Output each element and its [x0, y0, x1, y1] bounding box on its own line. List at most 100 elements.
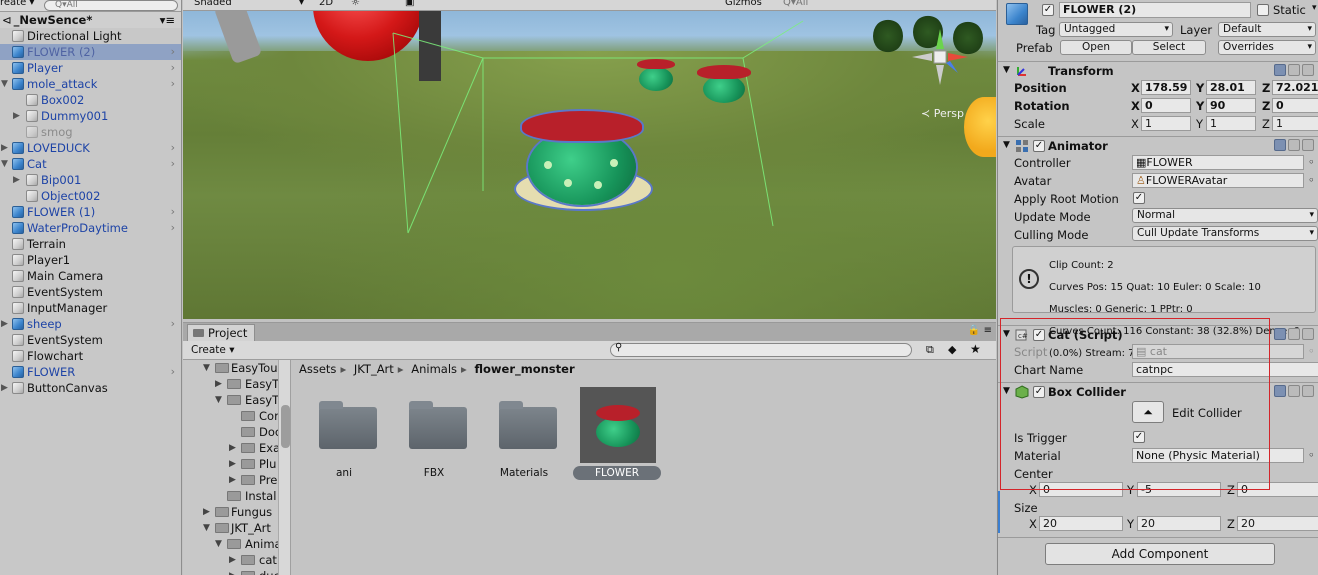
- hierarchy-item[interactable]: ▶ ButtonCanvas: [0, 380, 181, 396]
- layer-dropdown[interactable]: Default: [1218, 22, 1316, 37]
- folder-tree-item[interactable]: ▶ Fungus: [183, 504, 290, 520]
- object-name-field[interactable]: FLOWER (2): [1059, 2, 1251, 18]
- hierarchy-item[interactable]: Box002: [0, 92, 181, 108]
- filter-by-label-icon[interactable]: ◆: [948, 343, 956, 356]
- rotation-x-field[interactable]: 0: [1141, 98, 1191, 113]
- cat-script-component-header[interactable]: ▼ c# ✓ Cat (Script): [998, 325, 1318, 343]
- chart-name-field[interactable]: catnpc: [1132, 362, 1318, 377]
- folder-tree-item[interactable]: ▼ EasyT: [183, 392, 290, 408]
- settings-icon[interactable]: [1288, 328, 1300, 340]
- scale-x-field[interactable]: 1: [1141, 116, 1191, 131]
- scene-menu-icon[interactable]: ▾≡: [160, 12, 175, 28]
- edit-collider-button[interactable]: ⏶: [1132, 401, 1164, 423]
- settings-icon[interactable]: [1288, 139, 1300, 151]
- flower-monster[interactable]: [635, 59, 677, 93]
- animator-component-header[interactable]: ▼ ✓ Animator: [998, 136, 1318, 154]
- scene-search-input[interactable]: Q▾All: [783, 0, 808, 8]
- hierarchy-item[interactable]: ▼ mole_attack ›: [0, 76, 181, 92]
- help-icon[interactable]: [1274, 328, 1286, 340]
- scale-z-field[interactable]: 1: [1272, 116, 1318, 131]
- folder-tree-item[interactable]: ▶ Pre: [183, 472, 290, 488]
- hierarchy-item[interactable]: InputManager: [0, 300, 181, 316]
- chevron-right-icon[interactable]: ›: [171, 364, 175, 380]
- hierarchy-item[interactable]: smog: [0, 124, 181, 140]
- position-x-field[interactable]: 178.59: [1141, 80, 1191, 95]
- physic-material-field[interactable]: None (Physic Material): [1132, 448, 1304, 463]
- add-component-button[interactable]: Add Component: [1045, 543, 1275, 565]
- perspective-label[interactable]: ≺ Persp: [921, 107, 964, 120]
- settings-icon[interactable]: [1288, 64, 1300, 76]
- controller-field[interactable]: ▦FLOWER: [1132, 155, 1304, 170]
- asset-folder-ani[interactable]: ani: [299, 389, 389, 489]
- hierarchy-item[interactable]: ▶ sheep ›: [0, 316, 181, 332]
- lighting-toggle-icon[interactable]: ☼: [351, 0, 360, 8]
- animator-enabled-checkbox[interactable]: ✓: [1033, 140, 1045, 152]
- asset-folder-fbx[interactable]: FBX: [389, 389, 479, 489]
- scrollbar-thumb[interactable]: [281, 405, 290, 448]
- update-mode-dropdown[interactable]: Normal: [1132, 208, 1318, 223]
- hierarchy-item[interactable]: ▶ Bip001: [0, 172, 181, 188]
- box-collider-component-header[interactable]: ▼ ✓ Box Collider: [998, 382, 1318, 400]
- scene-root-row[interactable]: ⊲ _NewSence* ▾≡: [0, 12, 181, 28]
- breadcrumb-item-current[interactable]: flower_monster: [474, 362, 574, 376]
- expand-arrow-icon[interactable]: ▼: [203, 520, 210, 536]
- gear-icon[interactable]: [1302, 328, 1314, 340]
- folder-tree-item[interactable]: ▶ duc: [183, 568, 290, 575]
- expand-arrow-icon[interactable]: ▶: [13, 108, 20, 124]
- expand-arrow-icon[interactable]: ▶: [229, 440, 236, 456]
- filter-by-type-icon[interactable]: ⧉: [926, 343, 934, 357]
- chevron-right-icon[interactable]: ›: [171, 156, 175, 172]
- hierarchy-item[interactable]: Player1: [0, 252, 181, 268]
- object-picker-icon[interactable]: ◦: [1308, 155, 1315, 169]
- folder-tree-item[interactable]: Doc: [183, 424, 290, 440]
- tag-dropdown[interactable]: Untagged: [1059, 22, 1173, 37]
- expand-arrow-icon[interactable]: ▶: [229, 472, 236, 488]
- expand-arrow-icon[interactable]: ▶: [13, 172, 20, 188]
- apply-root-motion-checkbox[interactable]: ✓: [1133, 192, 1145, 204]
- flower-monster-selected[interactable]: [516, 109, 651, 219]
- expand-arrow-icon[interactable]: ▼: [215, 392, 222, 408]
- chevron-right-icon[interactable]: ›: [171, 76, 175, 92]
- breadcrumb-item[interactable]: Assets: [299, 362, 336, 376]
- folder-tree-item[interactable]: ▶ EasyT: [183, 376, 290, 392]
- folder-tree-item[interactable]: ▶ cat: [183, 552, 290, 568]
- fold-arrow-icon[interactable]: ▼: [1003, 329, 1010, 339]
- hierarchy-item[interactable]: Flowchart: [0, 348, 181, 364]
- active-checkbox[interactable]: ✓: [1042, 4, 1054, 16]
- expand-arrow-icon[interactable]: ▼: [203, 360, 210, 376]
- fold-arrow-icon[interactable]: ▼: [1003, 65, 1010, 75]
- panel-menu-icon[interactable]: ≡: [984, 325, 992, 336]
- shading-mode-dropdown[interactable]: Shaded: [194, 0, 232, 8]
- size-y-field[interactable]: 20: [1137, 516, 1221, 531]
- expand-arrow-icon[interactable]: ▶: [229, 552, 236, 568]
- prefab-open-button[interactable]: Open: [1060, 40, 1132, 55]
- hierarchy-item[interactable]: FLOWER ›: [0, 364, 181, 380]
- position-y-field[interactable]: 28.01: [1206, 80, 1256, 95]
- culling-mode-dropdown[interactable]: Cull Update Transforms: [1132, 226, 1318, 241]
- center-y-field[interactable]: -5: [1137, 482, 1221, 497]
- static-checkbox[interactable]: [1257, 4, 1269, 16]
- prefab-select-button[interactable]: Select: [1132, 40, 1206, 55]
- help-icon[interactable]: [1274, 64, 1286, 76]
- static-dropdown-arrow-icon[interactable]: ▾: [1312, 3, 1317, 13]
- hierarchy-item[interactable]: Terrain: [0, 236, 181, 252]
- transform-component-header[interactable]: ▼ Transform: [998, 61, 1318, 79]
- hierarchy-item[interactable]: WaterProDaytime ›: [0, 220, 181, 236]
- hierarchy-create-button[interactable]: reate ▾: [0, 0, 34, 8]
- avatar-field[interactable]: ♙FLOWERAvatar: [1132, 173, 1304, 188]
- folder-tree-item[interactable]: ▶ Exa: [183, 440, 290, 456]
- help-icon[interactable]: [1274, 139, 1286, 151]
- chevron-right-icon[interactable]: ›: [171, 316, 175, 332]
- tab-project[interactable]: Project: [187, 324, 255, 341]
- rotation-z-field[interactable]: 0: [1272, 98, 1318, 113]
- fold-arrow-icon[interactable]: ▼: [1003, 386, 1010, 396]
- expand-arrow-icon[interactable]: ▼: [215, 536, 222, 552]
- scale-y-field[interactable]: 1: [1206, 116, 1256, 131]
- object-picker-icon[interactable]: ◦: [1308, 173, 1315, 187]
- dropdown-arrow-icon[interactable]: ▾: [299, 0, 304, 8]
- expand-arrow-icon[interactable]: ▼: [1, 76, 8, 92]
- help-icon[interactable]: [1274, 385, 1286, 397]
- prefab-overrides-dropdown[interactable]: Overrides: [1218, 40, 1316, 55]
- expand-arrow-icon[interactable]: ▼: [1, 156, 8, 172]
- project-create-button[interactable]: Create ▾: [191, 344, 235, 356]
